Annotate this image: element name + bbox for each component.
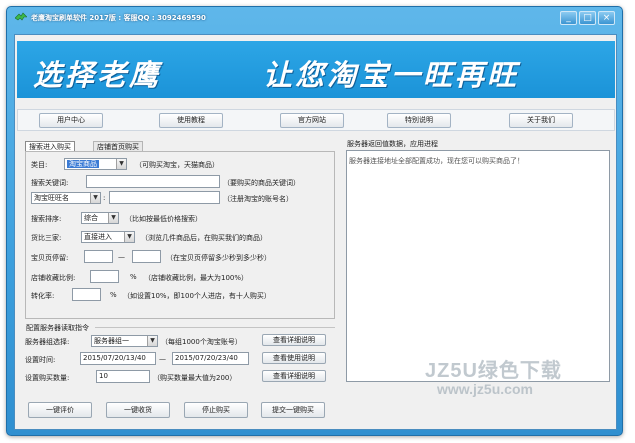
banner-slogan-right: 让您淘宝一旺再旺 [263, 58, 520, 92]
submit-one-click-purchase-button[interactable]: 提交一键购买 [261, 402, 325, 418]
stay-to-input[interactable] [132, 250, 161, 263]
eagle-icon [15, 12, 27, 21]
conversion-label: 转化率: [31, 292, 55, 300]
chevron-down-icon: ▼ [124, 232, 134, 242]
stop-purchase-button[interactable]: 停止购买 [184, 402, 248, 418]
stay-from-input[interactable] [84, 250, 113, 263]
chevron-down-icon: ▼ [116, 159, 126, 169]
compare-select[interactable]: 直接进入 ▼ [81, 231, 135, 243]
server-log-area[interactable]: 服务器连接地址全部配置成功，现在您可以购买商品了！ [346, 150, 610, 382]
keyword-hint: （要购买的商品关键词） [223, 179, 300, 187]
watermark: JZ5U绿色下载 www.jz5u.com [425, 354, 605, 404]
collect-unit: % [130, 273, 137, 281]
one-click-review-button[interactable]: 一键评价 [28, 402, 92, 418]
maximize-button[interactable]: □ [579, 11, 596, 25]
account-type-select[interactable]: 淘宝旺旺名 ▼ [31, 192, 101, 204]
watermark-brand: JZ5U绿色下载 [425, 360, 562, 382]
stay-hint: （在宝贝页停留多少秒到多少秒） [166, 254, 271, 262]
conversion-hint: （如设置10%，即100个人进店，有十人购买） [123, 292, 271, 300]
category-hint: （可购买淘宝，天猫商品） [135, 161, 219, 169]
collect-input[interactable] [90, 270, 119, 283]
qty-label: 设置购买数量: [25, 374, 70, 382]
conversion-input[interactable] [72, 288, 101, 301]
qty-input[interactable]: 10 [96, 370, 150, 383]
server-section-title: 配置服务器读取指令 [26, 324, 89, 332]
compare-label: 货比三家: [31, 234, 62, 242]
server-group-value: 服务器组一 [94, 337, 129, 345]
nav-bar: 用户中心 使用教程 官方网站 特别说明 关于我们 [17, 109, 615, 131]
time-label: 设置时间: [25, 356, 56, 364]
one-click-receive-button[interactable]: 一键收货 [106, 402, 170, 418]
chevron-down-icon: ▼ [108, 213, 118, 223]
title-bar[interactable]: 老鹰淘宝刷单软件 2017版 : 客服QQ : 3092469590 _ □ × [7, 7, 622, 29]
view-details-button[interactable]: 查看详细说明 [262, 334, 326, 346]
window-title: 老鹰淘宝刷单软件 2017版 : 客服QQ : 3092469590 [31, 14, 206, 22]
banner: 选择老鹰 让您淘宝一旺再旺 [17, 41, 615, 98]
account-hint: （注册淘宝的账号名） [223, 195, 293, 203]
nav-user-center-button[interactable]: 用户中心 [39, 113, 103, 128]
collect-label: 店铺收藏比例: [31, 274, 76, 282]
qty-hint: （购买数量最大值为200） [153, 374, 237, 382]
chevron-down-icon: ▼ [147, 336, 157, 346]
minimize-button[interactable]: _ [560, 11, 577, 25]
keyword-label: 搜索关键词: [31, 179, 69, 187]
sort-value: 综合 [84, 214, 98, 222]
nav-about-us-button[interactable]: 关于我们 [509, 113, 573, 128]
sort-hint: （比如按最低价格搜索） [125, 215, 202, 223]
conversion-unit: % [110, 291, 117, 299]
view-usage-button[interactable]: 查看使用说明 [262, 352, 326, 364]
sort-label: 搜索排序: [31, 215, 62, 223]
banner-slogan-left: 选择老鹰 [33, 58, 162, 92]
chevron-down-icon: ▼ [90, 193, 100, 203]
stay-dash: — [118, 253, 125, 261]
watermark-url: www.jz5u.com [437, 381, 533, 397]
time-to-input[interactable]: 2015/07/20/23/40 [172, 352, 249, 365]
compare-hint: （浏览几件商品后，在购买我们的商品） [141, 234, 267, 242]
server-group-label: 服务器组选择: [25, 338, 70, 346]
server-section-divider [95, 327, 335, 328]
compare-value: 直接进入 [84, 233, 112, 241]
view-qty-details-button[interactable]: 查看详细说明 [262, 370, 326, 382]
server-group-select[interactable]: 服务器组一 ▼ [91, 335, 158, 347]
category-label: 类目: [31, 161, 48, 169]
time-dash: — [159, 355, 166, 363]
log-line: 服务器连接地址全部配置成功，现在您可以购买商品了！ [349, 157, 524, 165]
account-type-value: 淘宝旺旺名 [34, 194, 69, 202]
category-select[interactable]: 淘宝商品 ▼ [64, 158, 127, 170]
log-title: 服务器返回值数据，应用进程 [347, 140, 438, 148]
nav-official-site-button[interactable]: 官方网站 [280, 113, 344, 128]
time-from-input[interactable]: 2015/07/20/13/40 [80, 352, 156, 365]
nav-special-notes-button[interactable]: 特别说明 [387, 113, 451, 128]
keyword-input[interactable] [86, 175, 220, 188]
close-button[interactable]: × [598, 11, 615, 25]
account-input[interactable] [109, 191, 220, 204]
account-colon: : [103, 194, 106, 202]
search-purchase-panel: 类目: 淘宝商品 ▼ （可购买淘宝，天猫商品） 搜索关键词: （要购买的商品关键… [25, 151, 335, 319]
stay-label: 宝贝页停留: [31, 254, 69, 262]
category-value: 淘宝商品 [67, 160, 99, 168]
sort-select[interactable]: 综合 ▼ [81, 212, 119, 224]
server-group-hint: （每组1000个淘宝账号） [161, 338, 242, 346]
nav-tutorial-button[interactable]: 使用教程 [159, 113, 223, 128]
collect-hint: （店铺收藏比例，最大为100%） [144, 274, 249, 282]
